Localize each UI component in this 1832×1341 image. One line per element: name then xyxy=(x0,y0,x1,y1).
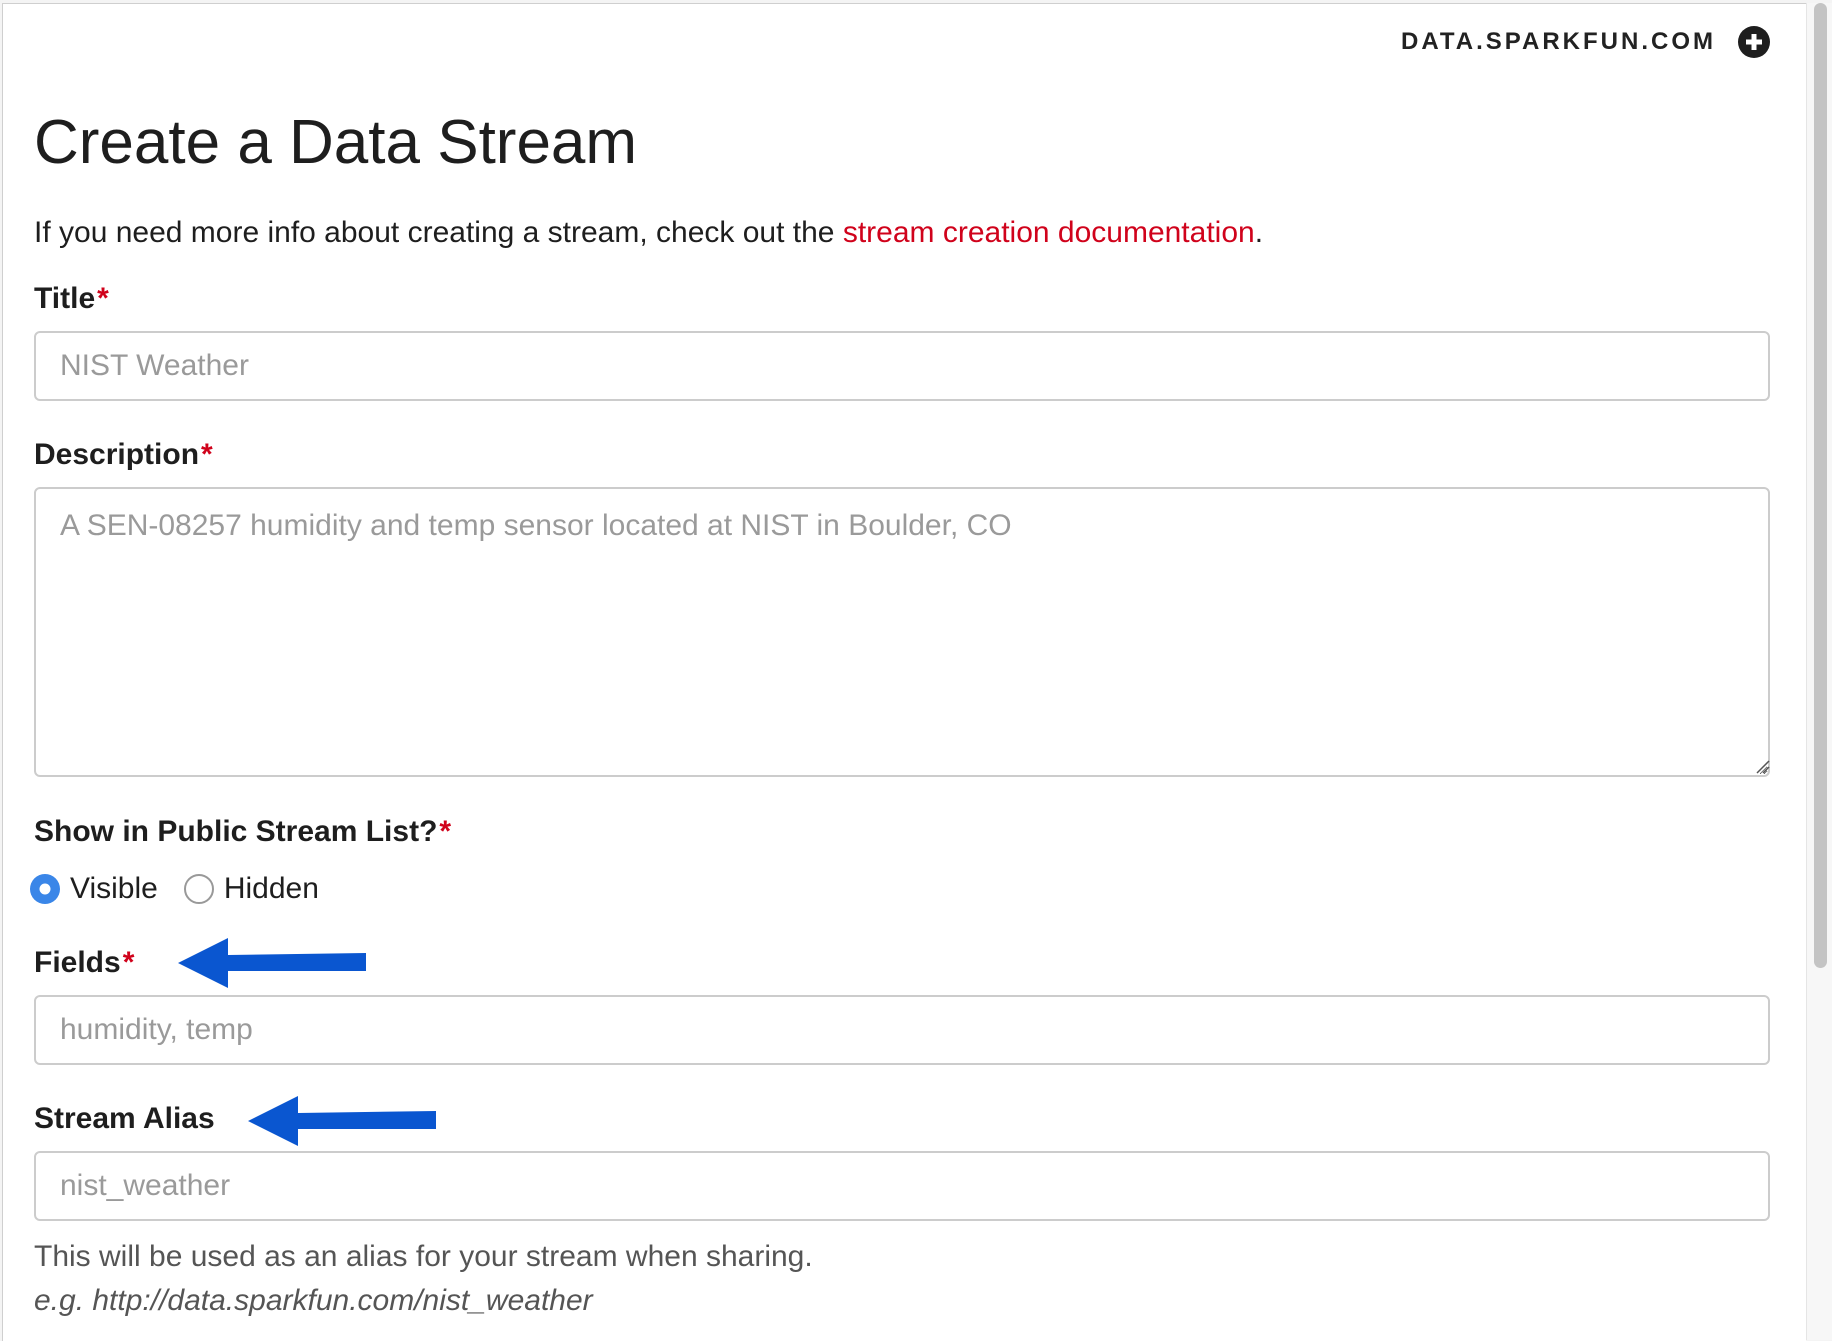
title-label: Title* xyxy=(34,282,109,316)
brand-bar: DATA.SPARKFUN.COM xyxy=(1401,26,1770,58)
required-mark: * xyxy=(439,815,452,848)
title-input[interactable] xyxy=(34,331,1770,401)
alias-example-text: e.g. http://data.sparkfun.com/nist_weath… xyxy=(34,1284,593,1317)
visibility-option-visible[interactable]: Visible xyxy=(30,872,158,906)
vertical-scrollbar[interactable] xyxy=(1806,3,1832,1340)
site-brand-link[interactable]: DATA.SPARKFUN.COM xyxy=(1401,28,1716,56)
fields-label-text: Fields xyxy=(34,946,121,979)
page-title: Create a Data Stream xyxy=(34,108,638,177)
fields-label: Fields* xyxy=(34,946,134,980)
alias-help-text: This will be used as an alias for your s… xyxy=(34,1240,813,1273)
intro-suffix: . xyxy=(1254,216,1264,249)
visibility-radio-group: Visible Hidden xyxy=(30,872,345,906)
radio-visible-label: Visible xyxy=(70,872,158,905)
browser-page: DATA.SPARKFUN.COM Create a Data Stream I… xyxy=(2,3,1806,1341)
alias-input[interactable] xyxy=(34,1151,1770,1221)
intro-text: If you need more info about creating a s… xyxy=(34,216,1263,250)
alias-label: Stream Alias xyxy=(34,1102,215,1136)
intro-prefix: If you need more info about creating a s… xyxy=(34,216,843,249)
visibility-option-hidden[interactable]: Hidden xyxy=(183,872,319,906)
plus-circle-icon[interactable] xyxy=(1738,26,1770,58)
title-label-text: Title xyxy=(34,282,96,315)
alias-label-text: Stream Alias xyxy=(34,1102,215,1135)
description-label: Description* xyxy=(34,438,213,472)
fields-input[interactable] xyxy=(34,995,1770,1065)
visibility-label: Show in Public Stream List?* xyxy=(34,815,451,849)
radio-hidden-label: Hidden xyxy=(223,872,319,905)
required-mark: * xyxy=(201,438,213,471)
description-textarea[interactable] xyxy=(34,487,1770,777)
fields-annotation-arrow-icon xyxy=(178,938,366,988)
resize-grip-icon[interactable] xyxy=(1755,759,1771,775)
scrollbar-thumb[interactable] xyxy=(1814,3,1827,968)
required-mark: * xyxy=(97,282,109,315)
documentation-link[interactable]: stream creation documentation xyxy=(843,216,1255,249)
required-mark: * xyxy=(122,946,135,979)
visibility-label-text: Show in Public Stream List? xyxy=(34,815,438,848)
radio-hidden[interactable] xyxy=(183,874,214,904)
alias-annotation-arrow-icon xyxy=(248,1096,436,1146)
description-label-text: Description xyxy=(34,438,200,471)
radio-visible[interactable] xyxy=(30,874,60,904)
